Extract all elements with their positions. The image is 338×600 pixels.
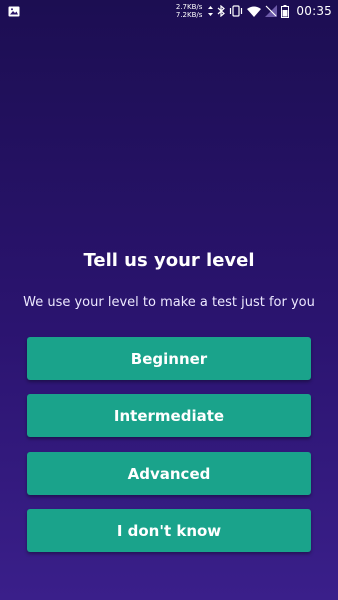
network-speed: 2.7KB/s 7.2KB/s [176,3,203,19]
dont-know-button[interactable]: I don't know [27,509,311,552]
image-notification-icon [8,6,20,17]
download-speed: 7.2KB/s [175,11,203,19]
status-left [8,6,176,17]
clock: 00:35 [296,4,332,18]
status-right: 2.7KB/s 7.2KB/s 00:35 [176,3,332,19]
page-subtitle: We use your level to make a test just fo… [23,295,315,310]
upload-speed: 2.7KB/s [175,3,203,11]
advanced-button[interactable]: Advanced [27,452,311,495]
beginner-button[interactable]: Beginner [27,337,311,380]
signal-icon [265,5,278,17]
battery-icon [281,4,290,18]
wifi-icon [247,6,262,17]
data-arrows-icon [208,6,214,16]
vibrate-icon [229,5,243,17]
intermediate-button[interactable]: Intermediate [27,394,311,437]
status-bar: 2.7KB/s 7.2KB/s 00:35 [0,0,338,22]
bluetooth-icon [217,5,226,17]
page-title: Tell us your level [83,250,255,271]
